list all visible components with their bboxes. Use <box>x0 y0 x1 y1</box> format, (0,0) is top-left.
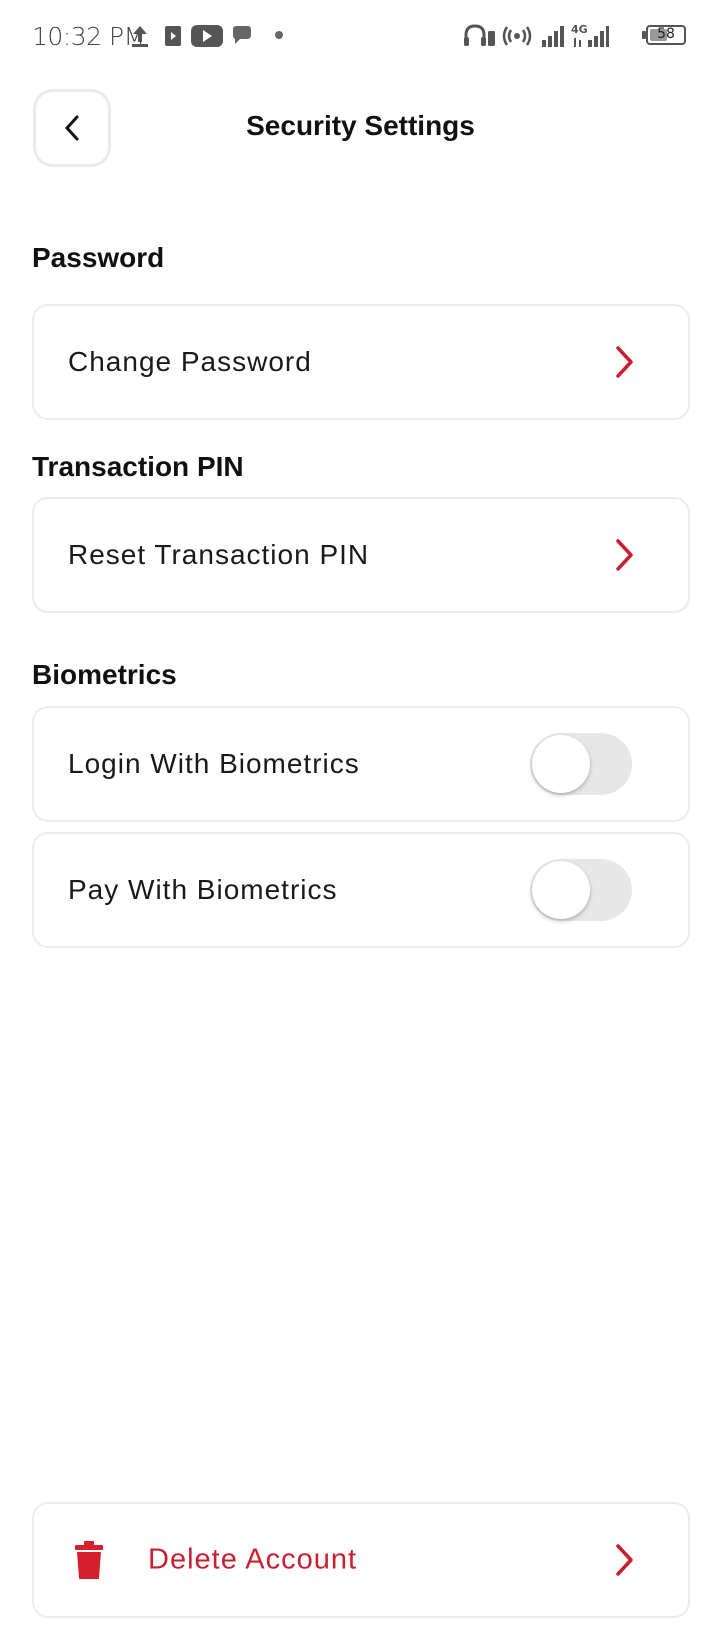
login-with-biometrics-label: Login With Biometrics <box>68 748 360 779</box>
hotspot-icon <box>502 26 532 46</box>
status-time: 10:32 PM <box>32 22 145 51</box>
pay-with-biometrics-label: Pay With Biometrics <box>68 874 338 905</box>
reset-transaction-pin-row[interactable]: Reset Transaction PIN <box>32 497 690 613</box>
pay-biometrics-toggle[interactable] <box>530 859 632 921</box>
headset-icon <box>464 24 495 46</box>
upload-icon <box>132 26 148 47</box>
chevron-right-icon <box>616 1544 633 1576</box>
chat-icon <box>233 26 251 44</box>
signal-4g-icon: 4G <box>571 23 609 47</box>
toggle-knob <box>532 735 590 793</box>
status-bar: 10:32 PM 4G 58 <box>0 0 720 72</box>
change-password-label: Change Password <box>68 346 312 377</box>
chevron-right-icon <box>616 346 633 378</box>
battery-level: 58 <box>657 26 675 42</box>
trash-icon <box>75 1541 103 1579</box>
delete-account-label: Delete Account <box>148 1543 358 1576</box>
notification-dot-icon <box>275 31 283 39</box>
pay-with-biometrics-row: Pay With Biometrics <box>32 832 690 948</box>
page-title: Security Settings <box>246 110 475 141</box>
toggle-knob <box>532 861 590 919</box>
chevron-right-icon <box>616 539 633 571</box>
section-heading-transaction-pin: Transaction PIN <box>32 451 244 482</box>
svg-text:4G: 4G <box>571 23 588 36</box>
reset-transaction-pin-label: Reset Transaction PIN <box>68 539 370 570</box>
delete-account-row[interactable]: Delete Account <box>32 1502 690 1618</box>
change-password-row[interactable]: Change Password <box>32 304 690 420</box>
section-heading-password: Password <box>32 242 165 273</box>
section-heading-biometrics: Biometrics <box>32 659 177 690</box>
login-with-biometrics-row: Login With Biometrics <box>32 706 690 822</box>
battery-icon: 58 <box>646 25 686 45</box>
signal-strength-icon <box>542 26 564 47</box>
login-biometrics-toggle[interactable] <box>530 733 632 795</box>
youtube-icon <box>191 25 223 47</box>
media-file-icon <box>165 26 181 46</box>
